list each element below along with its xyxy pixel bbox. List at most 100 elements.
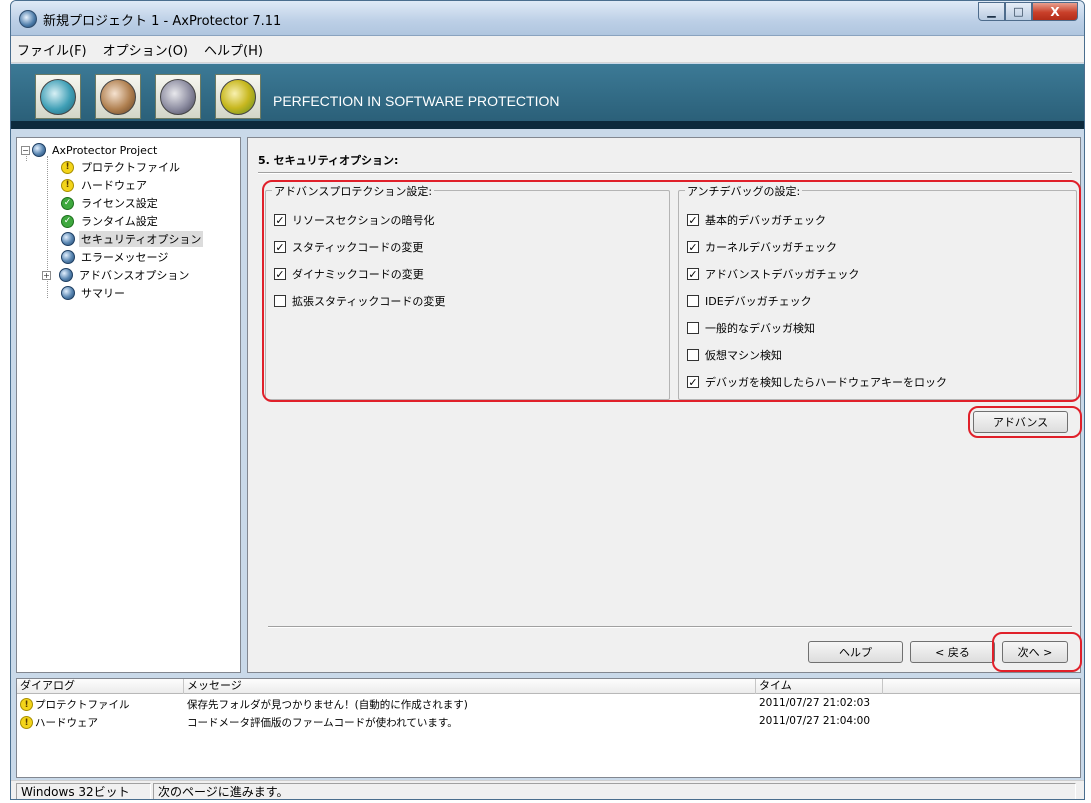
help-button[interactable]: ヘルプ (808, 641, 903, 663)
globe-icon (61, 286, 75, 300)
banner-slogan: PERFECTION IN SOFTWARE PROTECTION (273, 93, 560, 109)
tree-item-label: アドバンスオプション (79, 269, 190, 282)
tree-item-label: プロテクトファイル (81, 161, 180, 174)
tree-item-label: セキュリティオプション (79, 231, 204, 247)
back-button[interactable]: < 戻る (910, 641, 995, 663)
window-controls: ▁ □ X (978, 2, 1078, 21)
option-label: IDEデバッガチェック (705, 295, 812, 308)
expand-icon[interactable]: + (42, 270, 51, 280)
message-log[interactable]: ダイアログ メッセージ タイム ! プロテクトファイル 保存先フォルダが見つかり… (16, 678, 1081, 778)
menu-bar: ファイル(F) オプション(O) ヘルプ(H) (11, 36, 1084, 63)
wizard-page: 5. セキュリティオプション: アドバンスプロテクション設定: ✓ リソースセク… (247, 137, 1082, 673)
document-tool-button[interactable] (95, 74, 141, 119)
warning-icon: ! (61, 178, 74, 192)
log-message: コードメータ評価版のファームコードが使われています。 (187, 717, 458, 729)
menu-options[interactable]: オプション(O) (101, 38, 190, 61)
menu-file[interactable]: ファイル(F) (15, 38, 89, 61)
tree-item-label: ランタイム設定 (81, 215, 158, 228)
divider (258, 172, 1072, 174)
app-window: 新規プロジェクト 1 - AxProtector 7.11 ▁ □ X ファイル… (10, 0, 1085, 800)
checkbox[interactable]: ✓ (687, 268, 699, 280)
settings-tool-button[interactable] (215, 74, 261, 119)
title-bar[interactable]: 新規プロジェクト 1 - AxProtector 7.11 ▁ □ X (11, 1, 1084, 36)
checkbox[interactable]: ✓ (274, 268, 286, 280)
tree-item-label: ハードウェア (81, 179, 147, 192)
gear-icon (220, 78, 256, 115)
group-title: アンチデバッグの設定: (685, 183, 803, 199)
wand-tool-button[interactable] (155, 74, 201, 119)
option-label: リソースセクションの暗号化 (292, 214, 435, 227)
option-label: デバッガを検知したらハードウェアキーをロック (705, 376, 947, 389)
option-resource-encryption[interactable]: ✓ リソースセクションの暗号化 (274, 212, 434, 228)
option-static-code[interactable]: ✓ スタティックコードの変更 (274, 239, 423, 255)
option-advanced-debugger-check[interactable]: ✓ アドバンストデバッガチェック (687, 266, 859, 282)
tree-item-error-messages[interactable]: エラーメッセージ (61, 248, 170, 266)
tree-item-security-options[interactable]: セキュリティオプション (61, 230, 204, 248)
option-label: 一般的なデバッガ検知 (705, 322, 815, 335)
tree-item-runtime[interactable]: ✓ ランタイム設定 (61, 212, 160, 230)
log-time: 2011/07/27 21:02:03 (759, 697, 871, 709)
column-dialog[interactable]: ダイアログ (17, 679, 184, 694)
checkbox[interactable] (687, 295, 699, 307)
advanced-button[interactable]: アドバンス (973, 411, 1068, 433)
tree-item-hardware[interactable]: ! ハードウェア (61, 176, 149, 194)
option-label: 拡張スタティックコードの変更 (292, 295, 446, 308)
log-dialog: ! ハードウェア (20, 715, 98, 730)
checkbox[interactable]: ✓ (274, 241, 286, 253)
checkbox[interactable] (687, 322, 699, 334)
log-dialog-text: ハードウェア (35, 717, 98, 729)
warning-icon: ! (20, 716, 33, 729)
option-kernel-debugger-check[interactable]: ✓ カーネルデバッガチェック (687, 239, 837, 255)
wand-icon (160, 78, 196, 115)
tree-item-license[interactable]: ✓ ライセンス設定 (61, 194, 160, 212)
app-icon (19, 10, 37, 28)
option-ide-debugger-check[interactable]: IDEデバッガチェック (687, 293, 812, 309)
checkbox[interactable]: ✓ (274, 214, 286, 226)
group-title: アドバンスプロテクション設定: (272, 183, 435, 199)
column-time[interactable]: タイム (756, 679, 883, 694)
option-label: 基本的デバッガチェック (705, 214, 826, 227)
window-title: 新規プロジェクト 1 - AxProtector 7.11 (43, 14, 282, 29)
tree-item-label: エラーメッセージ (81, 251, 169, 264)
tree-item-summary[interactable]: サマリー (61, 284, 127, 302)
wizard-tool-button[interactable] (35, 74, 81, 119)
warning-icon: ! (61, 160, 74, 174)
checkbox[interactable]: ✓ (687, 214, 699, 226)
checkbox[interactable] (687, 349, 699, 361)
status-platform: Windows 32ビット (16, 783, 151, 799)
maximize-button[interactable]: □ (1005, 2, 1032, 21)
checkbox[interactable] (274, 295, 286, 307)
log-row[interactable]: ! ハードウェア コードメータ評価版のファームコードが使われています。 2011… (17, 714, 1080, 730)
advanced-protection-group: アドバンスプロテクション設定: ✓ リソースセクションの暗号化 ✓ スタティック… (265, 183, 670, 400)
option-vm-detection[interactable]: 仮想マシン検知 (687, 347, 782, 363)
log-row[interactable]: ! プロテクトファイル 保存先フォルダが見つかりません！(自動的に作成されます)… (17, 696, 1080, 712)
tree-item-protect-file[interactable]: ! プロテクトファイル (61, 158, 182, 176)
option-generic-debugger-detection[interactable]: 一般的なデバッガ検知 (687, 320, 815, 336)
checkbox[interactable]: ✓ (687, 241, 699, 253)
globe-icon (59, 268, 73, 282)
log-header: ダイアログ メッセージ タイム (17, 679, 1080, 694)
tree-root[interactable]: − AxProtector Project (21, 141, 159, 159)
warning-icon: ! (20, 698, 33, 711)
column-message[interactable]: メッセージ (184, 679, 756, 694)
collapse-icon[interactable]: − (21, 145, 30, 155)
wizard-icon (40, 78, 76, 115)
status-message: 次のページに進みます。 (153, 783, 1076, 799)
minimize-button[interactable]: ▁ (978, 2, 1005, 21)
globe-icon (61, 232, 75, 246)
project-tree[interactable]: − AxProtector Project ! プロテクトファイル ! ハードウ… (16, 137, 241, 673)
option-extended-static-code[interactable]: 拡張スタティックコードの変更 (274, 293, 445, 309)
log-message: 保存先フォルダが見つかりません！(自動的に作成されます) (187, 699, 468, 711)
close-button[interactable]: X (1032, 2, 1078, 21)
option-basic-debugger-check[interactable]: ✓ 基本的デバッガチェック (687, 212, 826, 228)
next-button[interactable]: 次へ > (1002, 641, 1068, 663)
option-lock-key-on-debugger[interactable]: ✓ デバッガを検知したらハードウェアキーをロック (687, 374, 947, 390)
option-label: 仮想マシン検知 (705, 349, 782, 362)
menu-help[interactable]: ヘルプ(H) (202, 38, 265, 61)
tree-item-advanced-options[interactable]: + アドバンスオプション (42, 266, 191, 284)
log-dialog: ! プロテクトファイル (20, 697, 130, 712)
status-bar: Windows 32ビット 次のページに進みます。 (11, 780, 1084, 799)
option-dynamic-code[interactable]: ✓ ダイナミックコードの変更 (274, 266, 424, 282)
checkbox[interactable]: ✓ (687, 376, 699, 388)
toolbar-banner: PERFECTION IN SOFTWARE PROTECTION (11, 64, 1084, 129)
